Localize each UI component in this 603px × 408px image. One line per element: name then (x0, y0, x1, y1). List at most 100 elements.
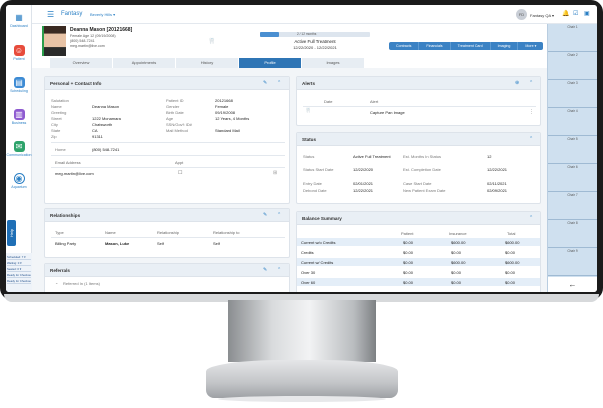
balance-label: Credits (301, 250, 314, 255)
sidebar-item-patient[interactable]: ☺ Patient (6, 45, 32, 61)
tab-appointments[interactable]: Appointments (113, 58, 175, 68)
bell-icon[interactable]: 🔔 (562, 10, 569, 17)
sidebar-item-label: Patient (13, 57, 25, 61)
menu-icon[interactable]: ☰ (47, 10, 54, 19)
field-label: SSN/Gov't ID# (166, 122, 192, 127)
sidebar-item-label: Business (11, 121, 27, 125)
sidebar-item-communication[interactable]: ✉ Communication (6, 141, 32, 157)
treatment-dates: 12/22/2020 - 12/22/2021 (293, 45, 337, 50)
collapse-icon[interactable]: ⌃ (277, 267, 281, 273)
tab-profile[interactable]: Profile (239, 58, 301, 68)
chair-slot[interactable]: Chair 4 (548, 108, 597, 136)
balance-label: Over 60 (301, 280, 316, 285)
field-label: Entry Date (303, 181, 322, 186)
edit-icon[interactable]: ✎ (263, 80, 267, 86)
location-selector[interactable]: Beverly Hills ▾ (90, 12, 115, 17)
tab-images[interactable]: Images (302, 58, 364, 68)
schedule-status-checkout-2[interactable]: Ready for Checkout: 0 ▾ (7, 278, 31, 284)
chair-panel: Chair 1 Chair 2 Chair 3 Chair 4 Chair 5 … (547, 24, 597, 277)
collapse-icon[interactable]: ⌃ (529, 136, 533, 142)
relationship-name[interactable]: Mason, Luke (105, 241, 129, 246)
chair-slot[interactable]: Chair 3 (548, 80, 597, 108)
relationship-to: Self (213, 241, 220, 246)
sidebar-item-scheduling[interactable]: ▤ Scheduling (6, 77, 32, 93)
collapse-icon[interactable]: ⌃ (529, 215, 533, 221)
sidebar-item-aquarium[interactable]: ◉ Aquarium (6, 173, 32, 189)
add-alert-icon[interactable]: ⊕ (515, 80, 519, 86)
financials-button[interactable]: Financials (419, 42, 451, 50)
collapse-icon[interactable]: ⌃ (277, 212, 281, 218)
sidebar-item-dashboard[interactable]: ▦ Dashboard (6, 12, 32, 28)
referrals-card: Referrals ✎ ⌃ ⌄ Referred In (1 Items) (44, 263, 290, 292)
help-tab[interactable]: Help (7, 220, 16, 246)
edit-icon[interactable]: ✎ (263, 212, 267, 218)
field-label: Est. Months In Status (403, 154, 442, 159)
field-value: 1222 Mcnamara (92, 116, 121, 121)
treatment-card-button[interactable]: Treatment Card (451, 42, 491, 50)
communication-icon: ✉ (13, 141, 25, 152)
balance-patient: $0.00 (403, 240, 414, 245)
sidebar-item-label: Communication (6, 153, 32, 157)
profile-content: Personal + Contact Info ✎ ⌃ Salutation N… (32, 68, 547, 292)
edit-icon[interactable]: ✎ (263, 267, 267, 273)
more-vert-icon[interactable]: ⋮ (529, 109, 534, 115)
sidebar-item-business[interactable]: ▥ Business (6, 109, 32, 125)
chair-slot[interactable]: Chair 8 (548, 220, 597, 248)
monitor-stand-neck (228, 300, 376, 362)
collapse-icon[interactable]: ⌃ (277, 80, 281, 86)
patient-action-bar: Contracts Financials Treatment Card Imag… (389, 42, 544, 50)
email-column-header: Email Address (55, 160, 81, 165)
chair-slot[interactable]: Chair 6 (548, 164, 597, 192)
imaging-button[interactable]: Imaging (491, 42, 519, 50)
checkbox-icon[interactable]: ☐ (178, 170, 182, 176)
balance-patient: $0.00 (403, 270, 414, 275)
chair-slot[interactable]: Chair 1 (548, 24, 597, 52)
divider (51, 237, 285, 238)
back-arrow-icon[interactable]: ← (547, 277, 597, 292)
card-title: Status (302, 137, 317, 142)
balance-label: Current w/o Credits (301, 240, 336, 245)
tab-overview[interactable]: Overview (50, 58, 112, 68)
user-menu[interactable]: Fantasy QA ▾ (530, 13, 554, 18)
chevron-down-icon[interactable]: ⌄ (55, 280, 58, 285)
checklist-icon[interactable]: ☑ (573, 10, 578, 17)
field-label: Salutation (51, 98, 69, 103)
business-icon: ▥ (13, 109, 25, 120)
contracts-button[interactable]: Contracts (389, 42, 420, 50)
divider (51, 142, 285, 143)
field-value: 02/01/2021 (353, 181, 374, 186)
inbox-icon[interactable]: ▣ (584, 10, 590, 17)
card-title: Balance Summary (302, 216, 342, 221)
field-value: Deanna Mason (92, 104, 120, 109)
field-value: 02/11/2021 (487, 181, 507, 186)
avatar[interactable]: FD (516, 9, 527, 20)
field-label: State (51, 128, 61, 133)
chair-slot[interactable]: Chair 5 (548, 136, 597, 164)
collapse-icon[interactable]: ⌃ (529, 80, 533, 86)
aquarium-icon: ◉ (13, 173, 25, 184)
personal-contact-card: Personal + Contact Info ✎ ⌃ Salutation N… (44, 76, 290, 204)
balance-insurance: $0.00 (451, 270, 462, 275)
field-value: 12 Years, 4 Months (215, 116, 250, 121)
sidebar-item-label: Aquarium (11, 185, 27, 189)
balance-patient: $0.00 (403, 260, 414, 265)
chair-slot[interactable]: Chair 9 (548, 248, 597, 276)
chair-slot[interactable]: Chair 2 (548, 52, 597, 80)
referred-in-item[interactable]: Referred In (1 Items) (63, 281, 100, 286)
patient-photo (42, 26, 66, 56)
field-value: Active Full Treatment (353, 154, 391, 159)
chair-slot[interactable]: Chair 7 (548, 192, 597, 220)
divider (303, 106, 536, 107)
field-label: Mail Method (166, 128, 188, 133)
appt-column-header: Appt (175, 160, 184, 165)
tab-history[interactable]: History (176, 58, 238, 68)
card-title: Relationships (50, 213, 81, 218)
home-phone: (800) 548-7241 (92, 147, 120, 152)
column-header: Total (507, 231, 516, 236)
treatment-progress-fill (260, 32, 279, 37)
more-button[interactable]: More ▾ (518, 42, 543, 50)
card-header: Balance Summary ⌃ (297, 212, 540, 225)
add-email-icon[interactable]: ⊞ (273, 170, 277, 176)
balance-total: $600.00 (505, 260, 520, 265)
top-bar: ☰ Fantasy Beverly Hills ▾ FD Fantasy QA … (32, 5, 597, 24)
